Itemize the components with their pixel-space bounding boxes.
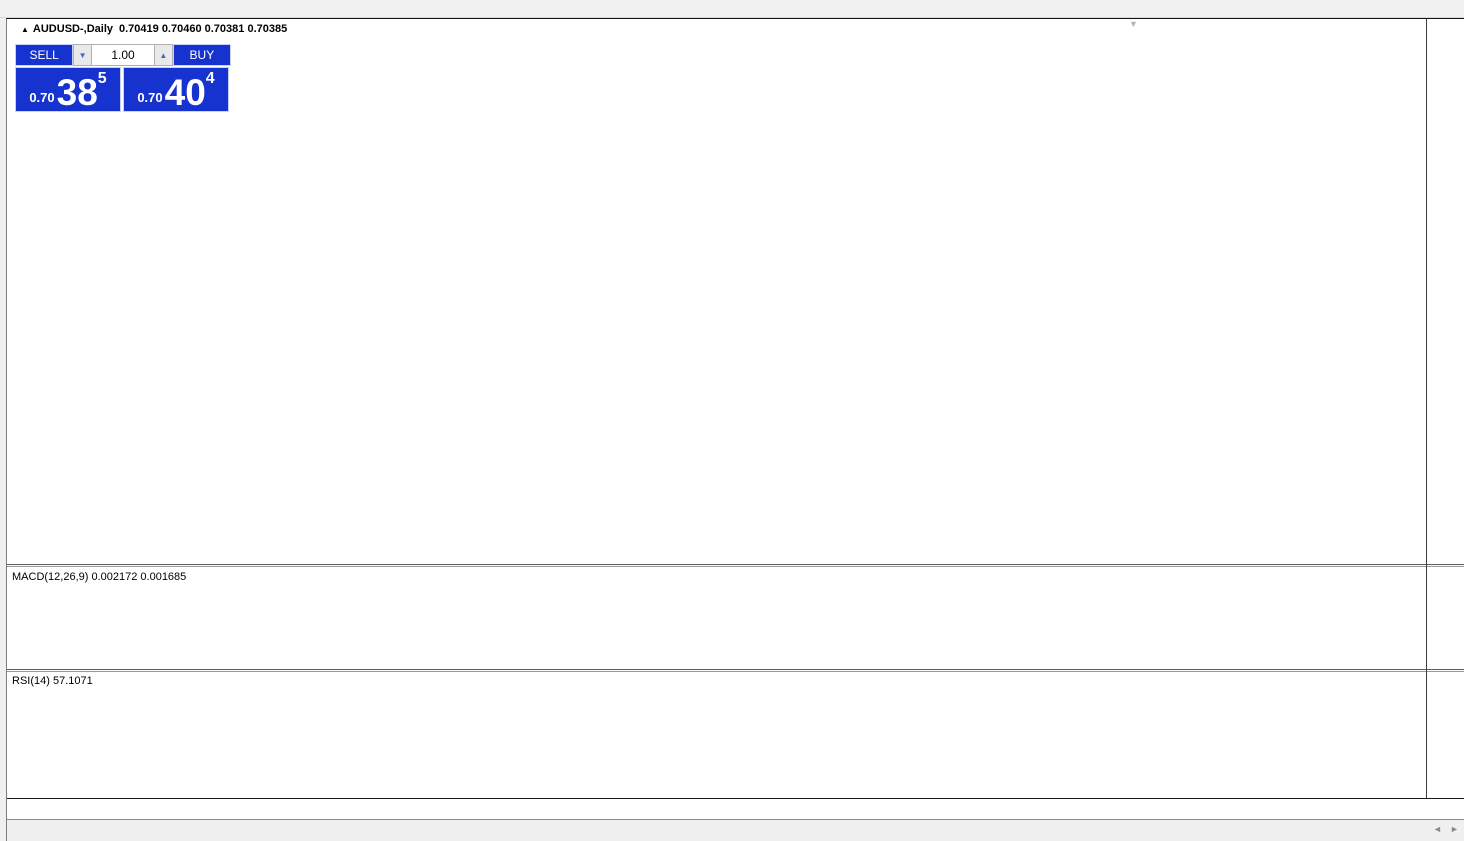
sell-price-box[interactable]: 0.70 38 5	[15, 67, 121, 112]
mt4-terminal: ▼ ▲ AUDUSD-,Daily 0.70419 0.70460 0.70381 …	[0, 0, 1464, 841]
chart-tab-bar	[7, 819, 1464, 841]
rsi-panel-canvas[interactable]	[8, 671, 1419, 798]
volume-decrease-button[interactable]: ▼	[73, 44, 92, 66]
sell-price-big: 38	[56, 72, 98, 113]
tab-scroll-right-icon[interactable]: ►	[1450, 824, 1459, 834]
time-axis-border	[7, 798, 1464, 799]
sell-price-sup: 5	[97, 70, 107, 87]
one-click-trading-panel: SELL ▼ ▲ BUY 0.70385 0.70404	[15, 44, 231, 112]
volume-input[interactable]	[92, 44, 154, 66]
buy-price-box[interactable]: 0.70 40 4	[123, 67, 229, 112]
price-axis-border	[1426, 19, 1427, 799]
sell-price-base: 0.70	[29, 90, 55, 105]
chart-window: ▼ ▲ AUDUSD-,Daily 0.70419 0.70460 0.70381 …	[6, 18, 1464, 841]
tab-scroll-left-icon[interactable]: ◄	[1433, 824, 1442, 834]
macd-indicator-label: MACD(12,26,9) 0.002172 0.001685	[12, 571, 187, 583]
rsi-indicator-label: RSI(14) 57.1071	[12, 675, 93, 687]
volume-increase-button[interactable]: ▲	[154, 44, 173, 66]
macd-panel-canvas[interactable]	[8, 567, 1419, 667]
buy-price-base: 0.70	[137, 90, 163, 105]
buy-price-sup: 4	[205, 70, 215, 87]
timeframe-toolbar	[0, 0, 1464, 18]
sell-button[interactable]: SELL	[15, 44, 74, 66]
buy-price-big: 40	[164, 72, 206, 113]
buy-button[interactable]: BUY	[172, 44, 231, 66]
